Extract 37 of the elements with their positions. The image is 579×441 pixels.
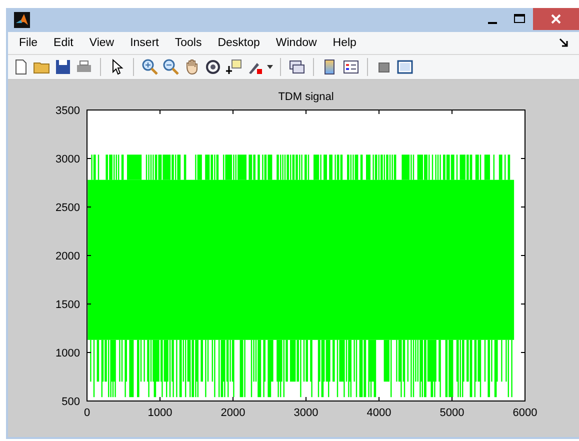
close-icon — [551, 14, 561, 24]
maximize-icon — [514, 14, 526, 24]
menu-item[interactable]: Window — [268, 37, 326, 49]
close-button[interactable] — [533, 8, 579, 30]
zoom-out-icon[interactable] — [162, 58, 180, 76]
y-tick-label: 3500 — [56, 105, 80, 117]
x-tick-label: 1000 — [148, 407, 172, 419]
menu-item[interactable]: Insert — [123, 37, 168, 49]
menu-item[interactable]: Help — [326, 37, 366, 49]
y-tick-label: 1500 — [56, 299, 80, 311]
x-tick-label: 3000 — [294, 407, 318, 419]
caret-icon[interactable] — [267, 65, 273, 69]
x-tick-label: 0 — [84, 407, 90, 419]
data-cursor-icon[interactable] — [225, 58, 243, 76]
menu-item[interactable]: File — [12, 37, 47, 49]
rotate-icon[interactable] — [204, 58, 222, 76]
menu-item[interactable]: Tools — [168, 37, 211, 49]
y-tick-label: 2000 — [56, 250, 80, 262]
y-tick-label: 1000 — [56, 348, 80, 360]
zoom-in-icon[interactable] — [141, 58, 159, 76]
y-tick-label: 3000 — [56, 154, 80, 166]
app-logo-icon — [14, 12, 30, 28]
dock-arrow-icon[interactable] — [559, 38, 569, 48]
legend-icon[interactable] — [342, 58, 360, 76]
menu-item[interactable]: View — [82, 37, 124, 49]
y-tick-label: 500 — [62, 396, 80, 408]
x-tick-label: 5000 — [440, 407, 464, 419]
window-icon[interactable] — [396, 58, 414, 76]
linked-windows-icon[interactable] — [288, 58, 306, 76]
menu-item[interactable]: Edit — [46, 37, 82, 49]
plot-title: TDM signal — [278, 91, 334, 103]
x-tick-label: 4000 — [366, 407, 392, 419]
x-tick-label: 2000 — [220, 407, 246, 419]
x-tick-label: 6000 — [512, 407, 538, 419]
y-tick-label: 2500 — [56, 202, 80, 214]
menu-item[interactable]: Desktop — [210, 37, 269, 49]
minimize-icon — [488, 22, 497, 24]
